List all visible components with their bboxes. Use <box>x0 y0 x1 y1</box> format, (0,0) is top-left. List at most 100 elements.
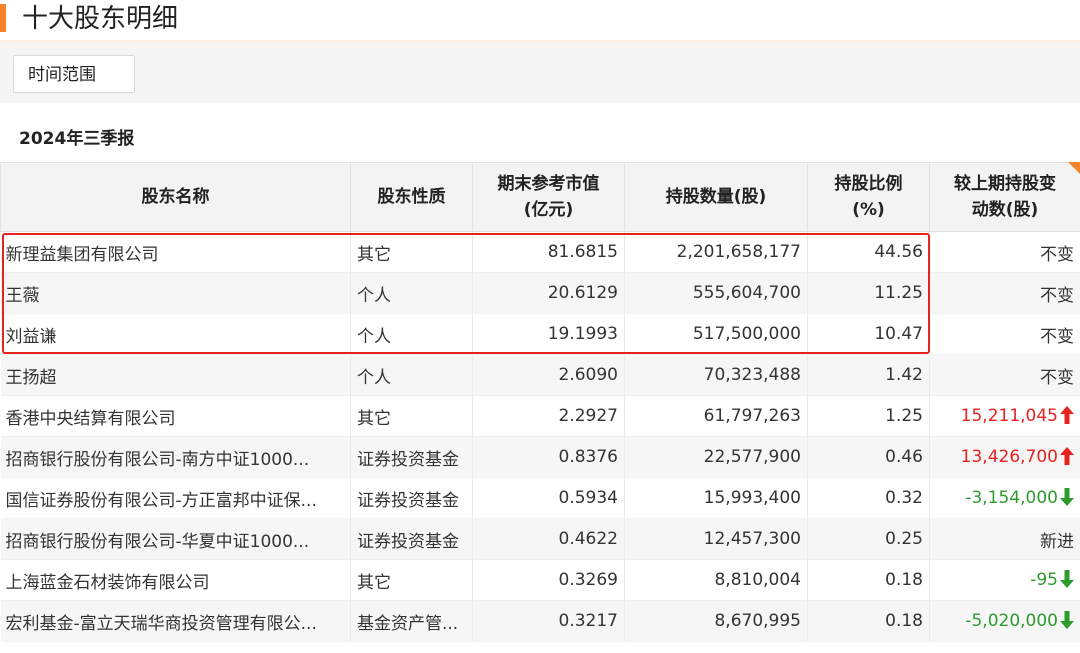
column-header: 持股比例 (%) <box>807 162 930 232</box>
holding-change-cell-text: 13,426,700 <box>960 447 1058 467</box>
shareholder-table: 股东名称 股东性质 期末参考市值 (亿元) 持股数量(股) 持股比例 (%) 较上期… <box>0 162 1080 642</box>
holding-ratio-cell-text: 0.18 <box>885 611 923 631</box>
table-row[interactable]: 王薇 个人 20.6129 555,604,700 11.25 不变 <box>0 272 1080 314</box>
arrow-up-icon <box>1060 406 1074 424</box>
holding-ratio-cell-text: 0.25 <box>885 529 923 549</box>
table-row[interactable]: 刘益谦 个人 19.1993 517,500,000 10.47 不变 <box>0 313 1080 355</box>
market-value-cell: 2.2927 <box>472 395 625 437</box>
holding-ratio-cell-text: 0.46 <box>885 447 923 467</box>
section-header: 十大股东明细 <box>0 0 1080 40</box>
share-count-cell-text: 555,604,700 <box>692 283 801 303</box>
share-count-cell: 70,323,488 <box>624 354 808 396</box>
share-count-cell: 61,797,263 <box>624 395 808 437</box>
market-value-cell-text: 0.3217 <box>558 611 618 631</box>
page-title: 十大股东明细 <box>22 4 179 34</box>
shareholder-name-cell-text: 宏利基金-富立天瑞华商投资管理有限公... <box>5 613 317 634</box>
holding-ratio-cell: 44.56 <box>807 231 930 273</box>
holding-change-cell: -5,020,000 <box>929 600 1080 642</box>
holding-change-cell: 不变 <box>929 313 1080 355</box>
holding-ratio-cell: 0.18 <box>807 600 930 642</box>
table-row[interactable]: 招商银行股份有限公司-南方中证1000... 证券投资基金 0.8376 22,577… <box>0 436 1080 478</box>
holding-change-cell-text: 不变 <box>1040 285 1074 306</box>
table-row[interactable]: 招商银行股份有限公司-华夏中证1000... 证券投资基金 0.4622 12,457… <box>0 518 1080 560</box>
share-count-cell: 555,604,700 <box>624 272 808 314</box>
shareholder-type-cell-text: 个人 <box>357 367 391 388</box>
holding-change-cell-text: 不变 <box>1040 326 1074 347</box>
table-row[interactable]: 国信证券股份有限公司-方正富邦中证保... 证券投资基金 0.5934 15,993,… <box>0 477 1080 519</box>
share-count-cell-text: 8,670,995 <box>714 611 801 631</box>
shareholder-name-cell: 宏利基金-富立天瑞华商投资管理有限公... <box>0 600 351 642</box>
shareholder-name-cell: 招商银行股份有限公司-华夏中证1000... <box>0 518 351 560</box>
shareholder-type-cell-text: 其它 <box>357 572 391 593</box>
market-value-cell: 20.6129 <box>472 272 625 314</box>
holding-change-cell-text: -3,154,000 <box>965 488 1058 508</box>
shareholder-name-cell-text: 国信证券股份有限公司-方正富邦中证保... <box>5 490 317 511</box>
market-value-cell: 0.3269 <box>472 559 625 601</box>
share-count-cell: 15,993,400 <box>624 477 808 519</box>
share-count-cell-text: 61,797,263 <box>703 406 801 426</box>
shareholder-name-cell: 香港中央结算有限公司 <box>0 395 351 437</box>
shareholder-name-cell: 招商银行股份有限公司-南方中证1000... <box>0 436 351 478</box>
market-value-cell-text: 0.8376 <box>558 447 618 467</box>
arrow-down-icon <box>1060 488 1074 506</box>
table-row[interactable]: 香港中央结算有限公司 其它 2.2927 61,797,263 1.25 15,211,0… <box>0 395 1080 437</box>
market-value-cell-text: 19.1993 <box>547 324 618 344</box>
shareholder-name-cell: 国信证券股份有限公司-方正富邦中证保... <box>0 477 351 519</box>
holding-ratio-cell-text: 0.18 <box>885 570 923 590</box>
share-count-cell-text: 517,500,000 <box>692 324 801 344</box>
holding-change-cell-text: 新进 <box>1040 531 1074 552</box>
market-value-cell: 0.3217 <box>472 600 625 642</box>
shareholder-name-cell-text: 香港中央结算有限公司 <box>5 408 176 429</box>
column-header: 股东名称 <box>0 162 351 232</box>
shareholder-type-cell-text: 其它 <box>357 244 391 265</box>
holding-ratio-cell-text: 44.56 <box>874 242 923 262</box>
market-value-cell: 19.1993 <box>472 313 625 355</box>
shareholder-name-cell-text: 招商银行股份有限公司-华夏中证1000... <box>5 531 310 552</box>
holding-change-cell-text: 不变 <box>1040 244 1074 265</box>
share-count-cell-text: 70,323,488 <box>703 365 801 385</box>
table-header-row: 股东名称 股东性质 期末参考市值 (亿元) 持股数量(股) 持股比例 (%) 较上期… <box>0 162 1080 232</box>
shareholder-type-cell: 证券投资基金 <box>350 518 473 560</box>
holding-ratio-cell-text: 0.32 <box>885 488 923 508</box>
shareholder-name-cell: 新理益集团有限公司 <box>0 231 351 273</box>
share-count-cell: 517,500,000 <box>624 313 808 355</box>
column-header: 较上期持股变 动数(股) <box>929 162 1080 232</box>
table-row[interactable]: 上海蓝金石材装饰有限公司 其它 0.3269 8,810,004 0.18 -95 <box>0 559 1080 601</box>
shareholder-type-cell-text: 基金资产管... <box>357 613 459 634</box>
holding-ratio-cell: 1.25 <box>807 395 930 437</box>
market-value-cell-text: 0.4622 <box>558 529 618 549</box>
share-count-cell-text: 8,810,004 <box>714 570 801 590</box>
arrow-up-icon <box>1060 447 1074 465</box>
share-count-cell: 2,201,658,177 <box>624 231 808 273</box>
shareholder-type-cell: 证券投资基金 <box>350 436 473 478</box>
time-range-button[interactable]: 时间范围 <box>13 55 135 93</box>
shareholder-type-cell: 个人 <box>350 272 473 314</box>
table-row[interactable]: 新理益集团有限公司 其它 81.6815 2,201,658,177 44.56 不变 <box>0 231 1080 273</box>
market-value-cell-text: 20.6129 <box>547 283 618 303</box>
accent-bar <box>0 4 6 32</box>
shareholder-type-cell-text: 个人 <box>357 285 391 306</box>
market-value-cell-text: 2.2927 <box>558 406 618 426</box>
holding-change-cell: -95 <box>929 559 1080 601</box>
shareholder-name-cell-text: 上海蓝金石材装饰有限公司 <box>5 572 210 593</box>
holding-ratio-cell: 0.18 <box>807 559 930 601</box>
arrow-down-icon <box>1060 570 1074 588</box>
holding-change-cell: 15,211,045 <box>929 395 1080 437</box>
shareholder-name-cell: 王薇 <box>0 272 351 314</box>
holding-change-cell: 13,426,700 <box>929 436 1080 478</box>
arrow-down-icon <box>1060 611 1074 629</box>
shareholder-type-cell-text: 证券投资基金 <box>357 449 459 470</box>
holding-change-cell-text: -95 <box>1030 570 1058 590</box>
market-value-cell: 0.4622 <box>472 518 625 560</box>
market-value-cell: 81.6815 <box>472 231 625 273</box>
share-count-cell-text: 2,201,658,177 <box>676 242 801 262</box>
share-count-cell-text: 12,457,300 <box>703 529 801 549</box>
table-row[interactable]: 王扬超 个人 2.6090 70,323,488 1.42 不变 <box>0 354 1080 396</box>
market-value-cell-text: 2.6090 <box>558 365 618 385</box>
column-header: 股东性质 <box>350 162 473 232</box>
holding-ratio-cell-text: 11.25 <box>874 283 923 303</box>
table-row[interactable]: 宏利基金-富立天瑞华商投资管理有限公... 基金资产管... 0.3217 8,670… <box>0 600 1080 642</box>
shareholder-type-cell: 其它 <box>350 231 473 273</box>
holding-change-cell: -3,154,000 <box>929 477 1080 519</box>
shareholder-name-cell: 刘益谦 <box>0 313 351 355</box>
